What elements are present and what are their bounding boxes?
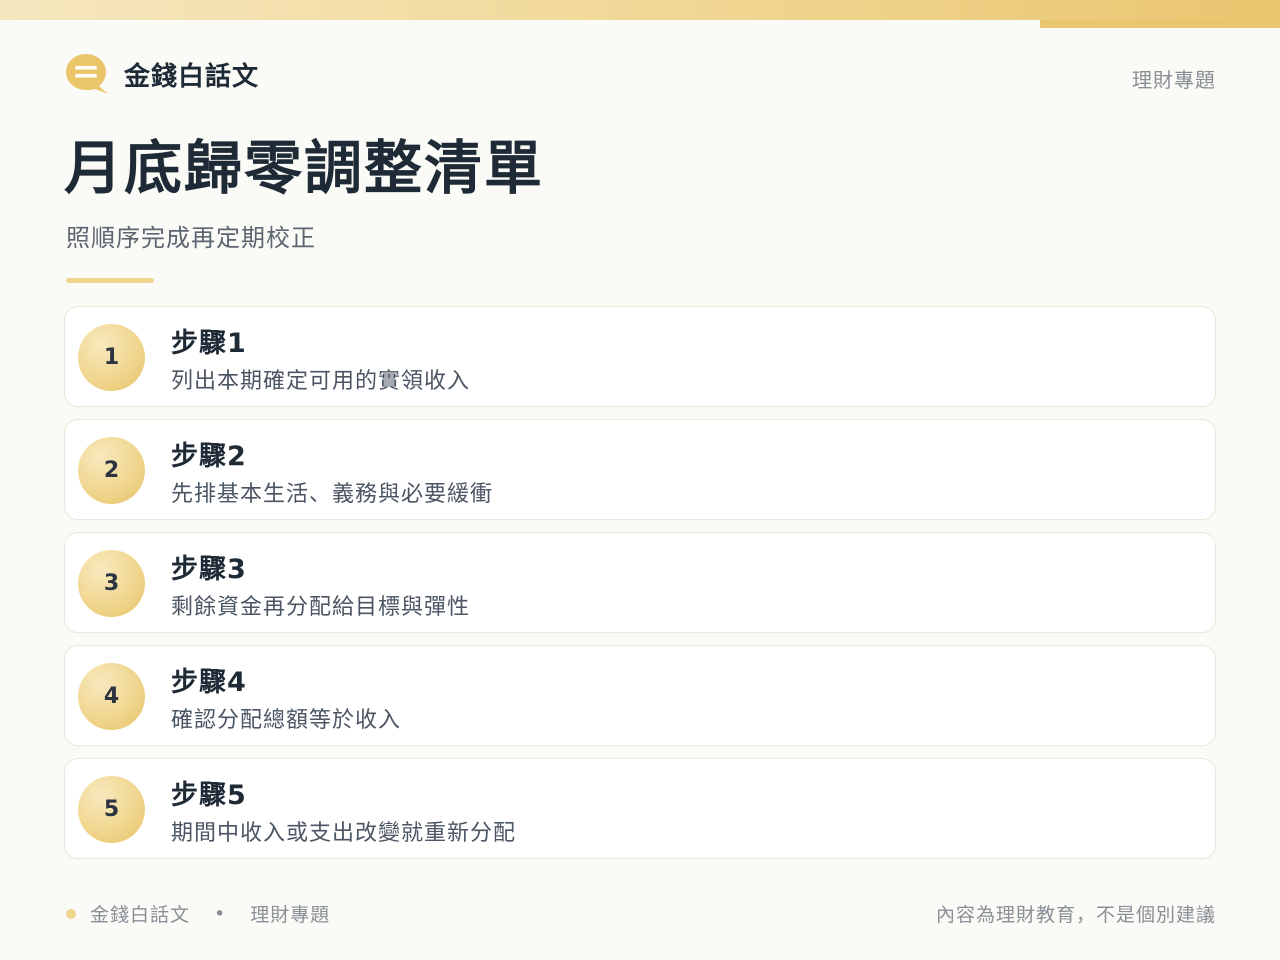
top-accent-bar bbox=[0, 0, 1280, 20]
page-title: 月底歸零調整清單 bbox=[64, 134, 545, 202]
step-card-5: 5 步驟5 期間中收入或支出改變就重新分配 bbox=[64, 758, 1216, 859]
footer-dot-icon bbox=[66, 908, 76, 919]
step-number-badge: 4 bbox=[78, 663, 145, 730]
title-accent-line bbox=[66, 278, 154, 283]
step-title: 步驟4 bbox=[171, 667, 247, 698]
step-description: 列出本期確定可用的實領收入 bbox=[171, 369, 471, 394]
step-number-badge: 1 bbox=[78, 324, 145, 391]
step-title: 步驟3 bbox=[171, 554, 247, 585]
brand-name: 金錢白話文 bbox=[124, 61, 260, 92]
step-card-2: 2 步驟2 先排基本生活、義務與必要緩衝 bbox=[64, 419, 1216, 520]
page-subtitle: 照順序完成再定期校正 bbox=[66, 224, 316, 252]
footer-left: 金錢白話文 • 理財專題 bbox=[66, 900, 330, 927]
step-number-badge: 3 bbox=[78, 550, 145, 617]
top-accent-tab bbox=[1040, 20, 1280, 28]
step-description: 剩餘資金再分配給目標與彈性 bbox=[171, 595, 471, 620]
footer-tag: 理財專題 bbox=[250, 904, 331, 926]
speech-bubble-icon bbox=[66, 54, 108, 94]
footer-brand: 金錢白話文 bbox=[90, 904, 191, 926]
step-card-1: 1 步驟1 列出本期確定可用的實領收入 bbox=[64, 306, 1216, 407]
step-description: 先排基本生活、義務與必要緩衝 bbox=[171, 482, 494, 507]
step-list: 1 步驟1 列出本期確定可用的實領收入 2 步驟2 先排基本生活、義務與必要緩衝… bbox=[64, 306, 1216, 871]
step-description: 期間中收入或支出改變就重新分配 bbox=[171, 821, 517, 846]
brand[interactable]: 金錢白話文 bbox=[64, 52, 259, 96]
step-title: 步驟1 bbox=[171, 328, 247, 359]
header-tag: 理財專題 bbox=[1132, 68, 1216, 92]
step-description: 確認分配總額等於收入 bbox=[171, 708, 402, 733]
step-number-badge: 5 bbox=[78, 776, 145, 843]
footer-separator: • bbox=[214, 902, 227, 925]
step-card-3: 3 步驟3 剩餘資金再分配給目標與彈性 bbox=[64, 532, 1216, 633]
footer-disclaimer: 內容為理財教育，不是個別建議 bbox=[935, 904, 1216, 926]
step-number-badge: 2 bbox=[78, 437, 145, 504]
step-title: 步驟2 bbox=[171, 441, 247, 472]
step-card-4: 4 步驟4 確認分配總額等於收入 bbox=[64, 645, 1216, 746]
step-title: 步驟5 bbox=[171, 780, 247, 811]
